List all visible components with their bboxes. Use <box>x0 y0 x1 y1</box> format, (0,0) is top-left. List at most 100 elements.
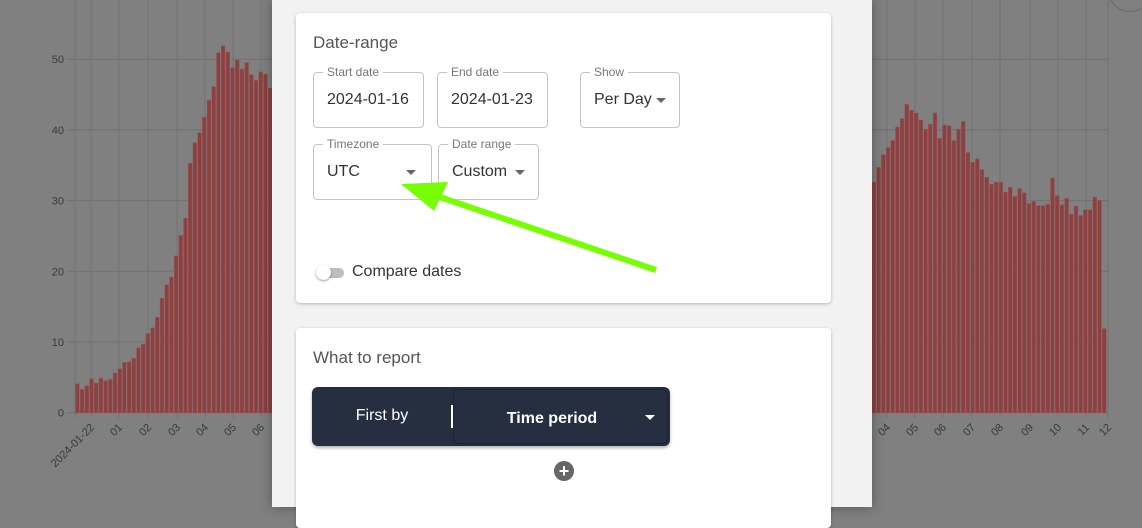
y-tick-label: 50 <box>52 54 64 66</box>
bar <box>159 297 165 413</box>
bar <box>942 124 947 413</box>
bar <box>136 347 141 413</box>
bar <box>1040 205 1046 413</box>
bar <box>928 123 933 413</box>
bar <box>173 255 179 413</box>
x-tick-label: 09 <box>1019 422 1036 439</box>
bar <box>1026 203 1032 413</box>
x-tick-label: 02 <box>137 422 154 439</box>
bar <box>871 181 877 413</box>
bar <box>169 276 174 413</box>
timezone-value: UTC <box>327 163 360 180</box>
x-tick-label: 08 <box>989 422 1006 439</box>
show-value: Per Day <box>594 91 652 108</box>
x-tick-label: 2024-01-22 <box>49 422 97 470</box>
plus-circle-icon[interactable]: + <box>554 461 574 481</box>
bar <box>94 382 99 413</box>
bar <box>1022 192 1027 413</box>
bar <box>178 234 183 413</box>
chevron-down-icon <box>656 98 666 103</box>
time-period-select[interactable]: Time period <box>453 389 668 444</box>
date-range-card: Date-range Start date 2024-01-16 End dat… <box>296 13 831 303</box>
bar <box>965 152 971 413</box>
compare-dates-toggle[interactable] <box>316 265 346 280</box>
bar <box>145 333 151 413</box>
start-date-value: 2024-01-16 <box>327 91 409 108</box>
bar <box>188 162 193 413</box>
bar <box>1069 213 1074 413</box>
chevron-down-icon <box>406 170 416 175</box>
bar <box>876 167 881 413</box>
bar <box>263 73 268 413</box>
bar <box>956 128 961 413</box>
bar <box>235 59 240 413</box>
bar <box>904 104 909 413</box>
bar <box>225 51 230 413</box>
bar <box>75 383 80 413</box>
bar <box>881 154 886 413</box>
timezone-select[interactable]: Timezone UTC <box>313 137 432 200</box>
bar <box>230 67 235 413</box>
bar <box>122 362 127 413</box>
bar <box>206 99 212 413</box>
bar <box>923 128 928 413</box>
chevron-down-icon <box>645 415 655 420</box>
bar <box>98 377 104 413</box>
bar <box>914 112 919 413</box>
x-tick-label: 12 <box>1097 422 1114 439</box>
bar <box>984 177 989 413</box>
bar <box>1073 206 1079 413</box>
bar <box>84 385 89 413</box>
bar <box>253 80 259 413</box>
bar <box>183 218 188 413</box>
bar <box>216 52 221 413</box>
y-tick-label: 40 <box>52 125 64 137</box>
bar <box>932 112 938 413</box>
x-tick-label: 05 <box>904 422 921 439</box>
x-tick-label: 04 <box>194 422 211 439</box>
date-range-select[interactable]: Date range Custom <box>438 137 539 200</box>
x-tick-label: 06 <box>932 422 949 439</box>
start-date-field[interactable]: Start date 2024-01-16 <box>313 65 424 128</box>
compare-dates-label: Compare dates <box>352 263 462 280</box>
timezone-label: Timezone <box>323 137 384 151</box>
bar <box>1078 215 1083 413</box>
x-tick-label: 01 <box>108 422 125 439</box>
bar <box>164 284 169 413</box>
bar <box>1003 191 1008 413</box>
show-select[interactable]: Show Per Day <box>580 65 680 128</box>
bar <box>1092 196 1097 413</box>
x-tick-label: 03 <box>166 422 183 439</box>
bar <box>1059 204 1065 413</box>
bar <box>220 45 226 413</box>
bar <box>141 343 146 413</box>
end-date-label: End date <box>447 65 504 79</box>
bar <box>899 118 905 413</box>
bar <box>126 361 132 413</box>
bar <box>1036 205 1041 413</box>
bar <box>1083 209 1088 413</box>
bar <box>979 169 985 413</box>
bar <box>249 74 254 413</box>
y-tick-label: 20 <box>52 266 64 278</box>
y-tick-label: 30 <box>52 196 64 208</box>
bar <box>150 327 155 413</box>
bar <box>1045 203 1050 413</box>
bar <box>197 132 202 413</box>
bar <box>79 389 85 413</box>
bar <box>239 68 245 413</box>
end-date-field[interactable]: End date 2024-01-23 <box>437 65 548 128</box>
bar <box>192 142 198 413</box>
bar <box>202 116 207 413</box>
report-settings-dialog: Date-range Start date 2024-01-16 End dat… <box>272 0 872 528</box>
bar <box>890 140 895 413</box>
bar <box>951 140 956 413</box>
x-tick-label: 04 <box>876 422 893 439</box>
bar <box>1087 209 1093 413</box>
bar <box>103 380 108 413</box>
bar <box>937 138 942 413</box>
bar <box>918 119 924 413</box>
bar <box>885 147 891 413</box>
chevron-down-icon <box>515 170 525 175</box>
bar <box>1012 196 1018 413</box>
